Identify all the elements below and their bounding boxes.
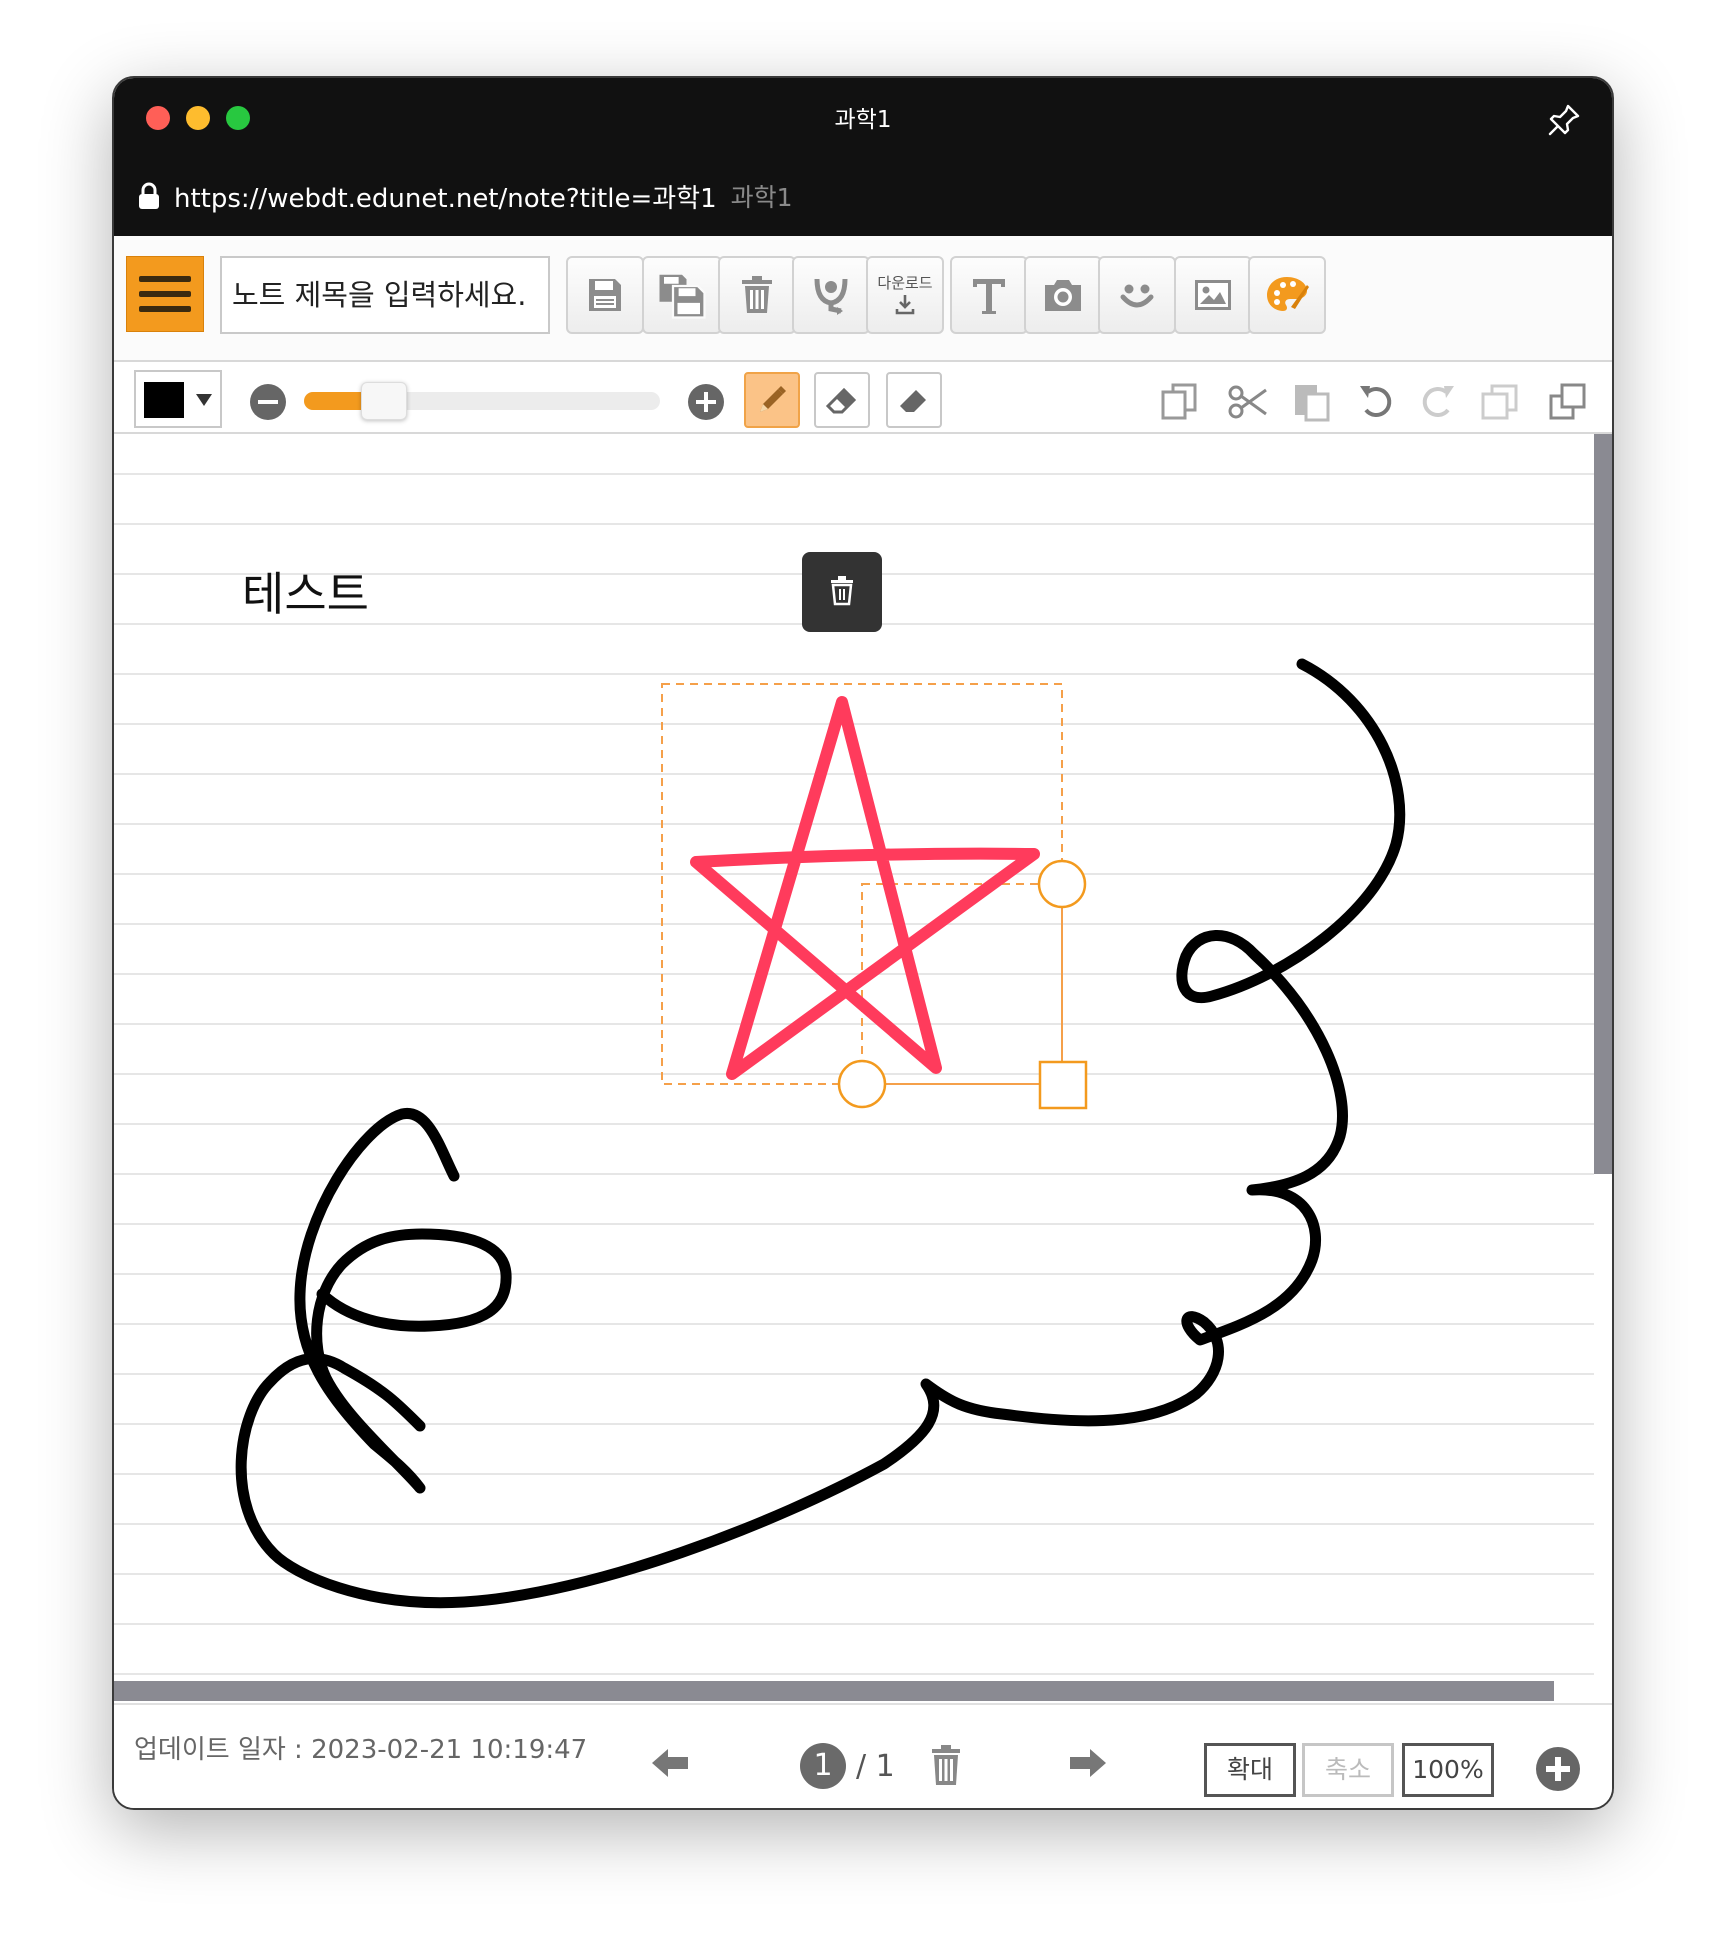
eraser-icon (825, 387, 857, 414)
camera-icon (1045, 280, 1081, 311)
add-page-button[interactable] (1536, 1747, 1580, 1791)
redo-icon[interactable] (1416, 380, 1460, 424)
zoom-in-button[interactable]: 확대 (1204, 1743, 1296, 1797)
zoom-out-button[interactable]: 축소 (1302, 1743, 1394, 1797)
pen-size-handle[interactable] (361, 382, 408, 420)
menu-button[interactable] (126, 256, 204, 332)
window-title: 과학1 (834, 107, 892, 133)
ink-stroke-left[interactable] (294, 1108, 512, 1494)
current-color-swatch (144, 382, 184, 418)
vertical-scrollbar[interactable] (1594, 434, 1612, 1681)
page-indicator: 1 / 1 (800, 1743, 895, 1789)
save-as-icon (659, 274, 706, 319)
canvas-drawing[interactable]: 테스트 (114, 434, 1594, 1681)
drawing-canvas[interactable]: 테스트 (114, 434, 1594, 1681)
footer-bar: 업데이트 일자 : 2023-02-21 10:19:47 1 / 1 확대 축… (114, 1703, 1612, 1808)
stroke-eraser-icon (900, 390, 926, 412)
title-bar: 과학1 https://webdt.edunet.net/note?title=… (114, 78, 1612, 236)
pin-icon[interactable] (1546, 102, 1582, 138)
tts-icon (814, 278, 848, 315)
download-button[interactable]: 다운로드 (866, 256, 944, 334)
url-page-title: 과학1 (730, 183, 793, 212)
eraser-tool-button[interactable] (814, 372, 870, 428)
chevron-down-icon (196, 394, 212, 406)
download-label: 다운로드 (877, 274, 933, 292)
plus-icon (1536, 1747, 1580, 1791)
delete-page-trash-icon[interactable] (926, 1743, 966, 1787)
text-icon (973, 279, 1005, 314)
minus-icon (258, 400, 278, 404)
trash-icon (742, 276, 772, 313)
resize-handle[interactable] (1038, 1060, 1088, 1110)
rotate-handle-bottom[interactable] (837, 1059, 887, 1109)
paste-icon[interactable] (1290, 380, 1334, 424)
image-button[interactable] (1174, 256, 1252, 334)
main-toolbar: 다운로드 (114, 236, 1612, 362)
save-icon (589, 279, 621, 311)
delete-note-button[interactable] (718, 256, 796, 334)
send-back-icon[interactable] (1546, 380, 1590, 424)
update-timestamp: 업데이트 일자 : 2023-02-21 10:19:47 (134, 1735, 588, 1765)
image-icon (1195, 280, 1231, 310)
plus-icon (688, 384, 724, 420)
menu-icon (139, 276, 191, 282)
save-as-button[interactable] (642, 256, 722, 334)
camera-button[interactable] (1024, 256, 1102, 334)
browser-window: 과학1 https://webdt.edunet.net/note?title=… (112, 76, 1614, 1810)
note-title-input[interactable] (220, 256, 550, 334)
undo-icon[interactable] (1354, 380, 1398, 424)
download-icon (895, 295, 915, 315)
pencil-icon (760, 386, 786, 412)
selection-delete-button[interactable] (802, 552, 882, 632)
current-page: 1 (800, 1743, 846, 1789)
pencil-tool-button[interactable] (744, 372, 800, 428)
vertical-scroll-thumb[interactable] (1594, 434, 1612, 1174)
increase-size-button[interactable] (688, 384, 724, 420)
zoom-level: 100% (1402, 1743, 1494, 1797)
next-page-arrow-icon[interactable] (1066, 1743, 1110, 1783)
tts-button[interactable] (792, 256, 870, 334)
emoji-button[interactable] (1098, 256, 1176, 334)
emoji-icon (1120, 284, 1154, 308)
color-picker[interactable] (134, 370, 222, 428)
lock-icon (139, 182, 159, 209)
rotate-handle[interactable] (1037, 859, 1087, 909)
copy-icon[interactable] (1158, 380, 1202, 424)
text-button[interactable] (950, 256, 1028, 334)
horizontal-scrollbar[interactable] (114, 1681, 1554, 1701)
ink-stroke-right[interactable] (235, 658, 1406, 1609)
star-stroke[interactable] (690, 696, 1040, 1080)
stroke-eraser-tool-button[interactable] (886, 372, 942, 428)
decrease-size-button[interactable] (250, 384, 286, 420)
text-object[interactable]: 테스트 (242, 567, 369, 621)
palette-icon (1267, 277, 1309, 311)
pen-size-slider[interactable] (304, 382, 660, 420)
pen-toolbar (114, 362, 1612, 434)
prev-page-arrow-icon[interactable] (648, 1743, 692, 1783)
palette-button[interactable] (1248, 256, 1326, 334)
cut-icon[interactable] (1226, 380, 1270, 424)
total-pages: / 1 (856, 1748, 895, 1784)
address-bar[interactable]: https://webdt.edunet.net/note?title=과학1 … (138, 176, 793, 216)
url-text[interactable]: https://webdt.edunet.net/note?title=과학1 (174, 178, 717, 215)
save-button[interactable] (566, 256, 644, 334)
bring-front-icon[interactable] (1478, 380, 1522, 424)
